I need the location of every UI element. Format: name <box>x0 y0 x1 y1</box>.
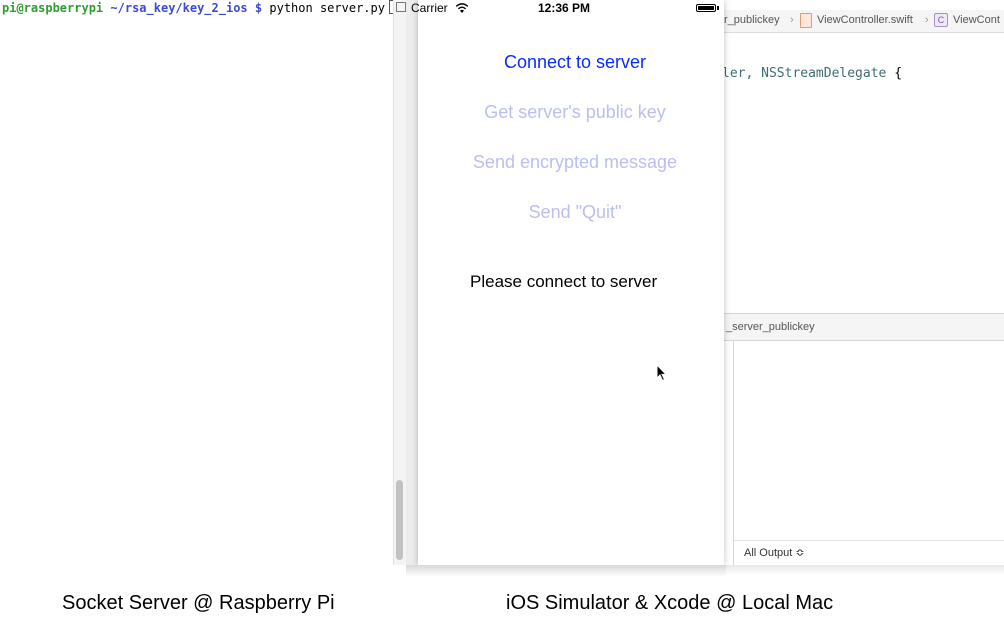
status-bar-time: 12:36 PM <box>538 1 591 15</box>
debug-area-divider[interactable] <box>733 340 734 565</box>
swift-file-icon <box>800 13 812 28</box>
output-selector[interactable]: All Output ≎ <box>744 546 805 559</box>
terminal-window[interactable]: pi@raspberrypi ~/rsa_key/key_2_ios $ pyt… <box>0 0 407 565</box>
code-protocol: NSStreamDelegate <box>761 66 887 81</box>
xcode-jump-bar: r_publickey › ViewController.swift › Vie… <box>720 10 1004 33</box>
send-encrypted-message-button[interactable]: Send encrypted message <box>418 152 732 173</box>
terminal-user-host: pi@raspberrypi <box>2 1 104 15</box>
window-shadow <box>406 565 726 577</box>
mouse-pointer-icon <box>656 364 668 382</box>
terminal-command: python server.py <box>269 1 385 15</box>
caption-socket-server: Socket Server @ Raspberry Pi <box>62 592 335 614</box>
terminal-prompt: $ <box>254 1 263 15</box>
caption-ios-simulator: iOS Simulator & Xcode @ Local Mac <box>506 592 834 614</box>
simulator-frame <box>406 0 418 565</box>
send-quit-button[interactable]: Send "Quit" <box>418 202 732 223</box>
status-label: Please connect to server <box>470 272 658 291</box>
terminal-scrollbar-thumb[interactable] <box>396 480 403 560</box>
jump-bar-group[interactable]: r_publickey <box>724 14 780 26</box>
wifi-icon <box>455 3 469 13</box>
terminal-path: ~/rsa_key/key_2_ios <box>110 1 248 15</box>
connect-button[interactable]: Connect to server <box>418 52 732 73</box>
jump-bar-file[interactable]: ViewController.swift <box>817 14 913 26</box>
battery-icon <box>696 4 716 12</box>
jump-bar-symbol[interactable]: ViewCont <box>953 14 1000 26</box>
get-public-key-button[interactable]: Get server's public key <box>418 102 732 123</box>
debug-bar: _server_publickey <box>720 313 1004 341</box>
window-shadow <box>720 565 1004 575</box>
chevron-right-icon: › <box>925 14 929 26</box>
debug-bar-label: _server_publickey <box>726 321 815 333</box>
code-suffix: { <box>886 66 903 81</box>
chevron-right-icon: › <box>790 14 794 26</box>
terminal-command-line: pi@raspberrypi ~/rsa_key/key_2_ios $ pyt… <box>2 0 397 16</box>
class-symbol-icon: C <box>934 13 948 27</box>
code-line[interactable]: ler, NSStreamDelegate { <box>722 66 902 81</box>
carrier-label: Carrier <box>411 1 448 15</box>
console-filter-bar: All Output ≎ <box>734 540 1004 565</box>
battery-tip <box>717 6 719 10</box>
terminal-split-icon[interactable] <box>396 2 406 12</box>
